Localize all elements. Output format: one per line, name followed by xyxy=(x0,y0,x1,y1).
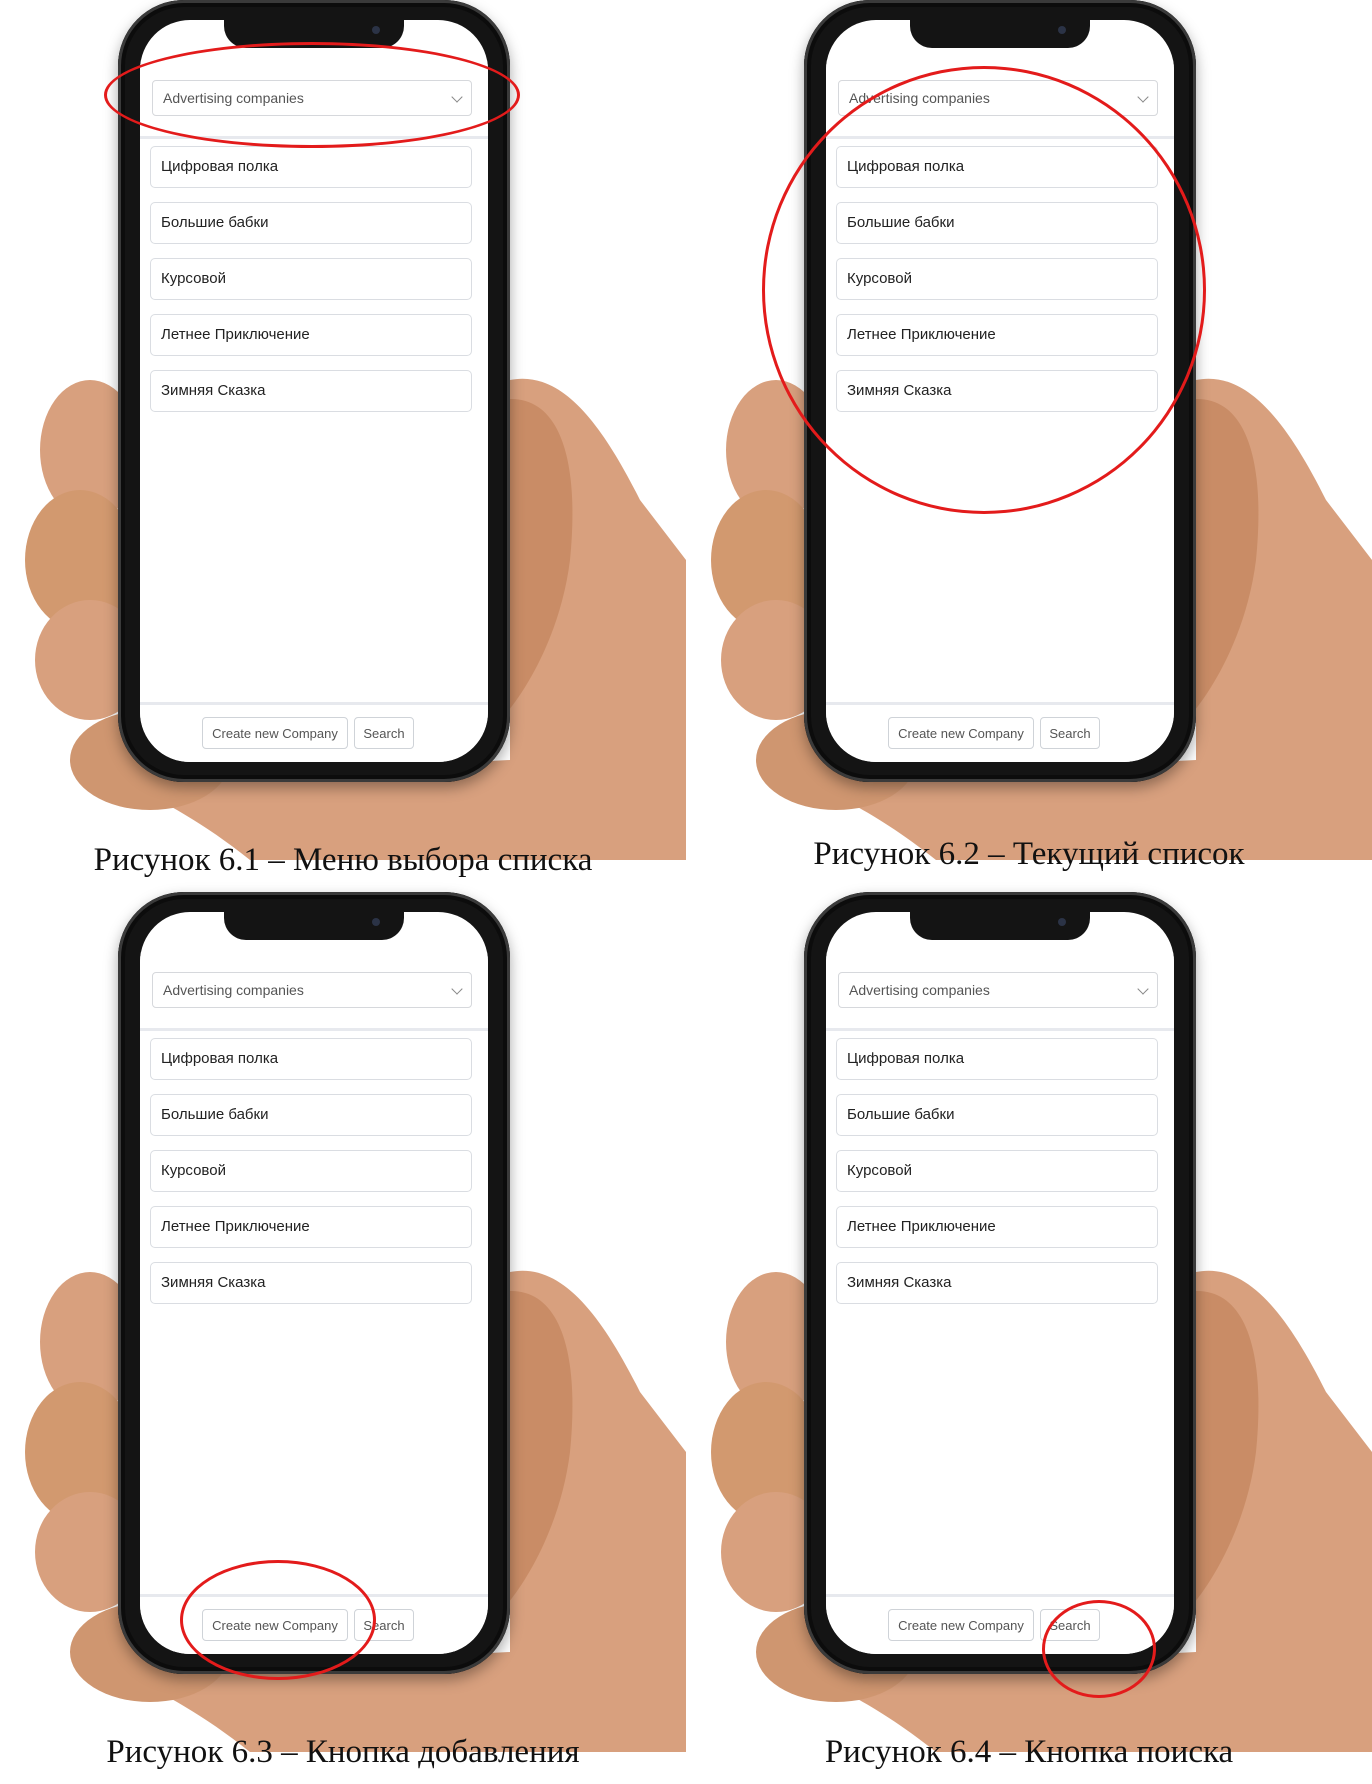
company-list: Цифровая полка Большие бабки Курсовой Ле… xyxy=(836,1038,1158,1318)
chevron-down-icon xyxy=(451,983,463,995)
select-header: Advertising companies xyxy=(826,952,1174,1031)
list-item[interactable]: Летнее Приключение xyxy=(836,1206,1158,1248)
company-list: Цифровая полка Большие бабки Курсовой Ле… xyxy=(150,1038,472,1318)
list-item[interactable]: Курсовой xyxy=(150,1150,472,1192)
select-value: Advertising companies xyxy=(849,982,990,998)
highlight-ring xyxy=(762,66,1206,514)
figure-caption: Рисунок 6.1 – Меню выбора списка xyxy=(93,842,593,878)
list-item[interactable]: Большие бабки xyxy=(150,202,472,244)
notch xyxy=(910,20,1090,48)
list-item[interactable]: Зимняя Сказка xyxy=(150,1262,472,1304)
search-button[interactable]: Search xyxy=(1040,717,1100,749)
search-button[interactable]: Search xyxy=(354,717,414,749)
camera-icon xyxy=(1058,26,1066,34)
company-list: Цифровая полка Большие бабки Курсовой Ле… xyxy=(150,146,472,426)
highlight-ring xyxy=(180,1560,376,1680)
camera-icon xyxy=(372,918,380,926)
highlight-ring xyxy=(104,42,520,148)
company-type-select[interactable]: Advertising companies xyxy=(152,972,472,1008)
phone-screen: Advertising companies Цифровая полка Бол… xyxy=(826,912,1174,1654)
camera-icon xyxy=(372,26,380,34)
list-item[interactable]: Летнее Приключение xyxy=(150,314,472,356)
figure-6-1: Advertising companies Цифровая полка Бол… xyxy=(0,0,686,892)
select-value: Advertising companies xyxy=(163,982,304,998)
create-company-button[interactable]: Create new Company xyxy=(202,717,348,749)
phone-screen: Advertising companies Цифровая полка Бол… xyxy=(140,912,488,1654)
list-item[interactable]: Большие бабки xyxy=(150,1094,472,1136)
create-company-button[interactable]: Create new Company xyxy=(888,1609,1034,1641)
list-item[interactable]: Зимняя Сказка xyxy=(836,1262,1158,1304)
list-item[interactable]: Курсовой xyxy=(836,1150,1158,1192)
list-item[interactable]: Летнее Приключение xyxy=(150,1206,472,1248)
list-item[interactable]: Цифровая полка xyxy=(836,1038,1158,1080)
phone-frame: Advertising companies Цифровая полка Бол… xyxy=(804,892,1196,1674)
notch xyxy=(224,912,404,940)
camera-icon xyxy=(1058,918,1066,926)
phone-frame: Advertising companies Цифровая полка Бол… xyxy=(118,892,510,1674)
figure-caption: Рисунок 6.3 – Кнопка добавления xyxy=(106,1734,580,1770)
bottom-toolbar: Create new Company Search xyxy=(826,702,1174,762)
chevron-down-icon xyxy=(1137,91,1149,103)
select-header: Advertising companies xyxy=(140,952,488,1031)
figure-caption: Рисунок 6.2 – Текущий список xyxy=(813,836,1245,872)
figure-caption: Рисунок 6.4 – Кнопка поиска xyxy=(824,1734,1234,1770)
list-item[interactable]: Цифровая полка xyxy=(150,1038,472,1080)
chevron-down-icon xyxy=(1137,983,1149,995)
figure-6-2: Advertising companies Цифровая полка Бол… xyxy=(686,0,1372,892)
list-item[interactable]: Зимняя Сказка xyxy=(150,370,472,412)
highlight-ring xyxy=(1042,1600,1156,1698)
company-type-select[interactable]: Advertising companies xyxy=(838,972,1158,1008)
list-item[interactable]: Большие бабки xyxy=(836,1094,1158,1136)
notch xyxy=(910,912,1090,940)
create-company-button[interactable]: Create new Company xyxy=(888,717,1034,749)
list-item[interactable]: Цифровая полка xyxy=(150,146,472,188)
list-item[interactable]: Курсовой xyxy=(150,258,472,300)
figure-6-3: Advertising companies Цифровая полка Бол… xyxy=(0,892,686,1784)
figure-6-4: Advertising companies Цифровая полка Бол… xyxy=(686,892,1372,1784)
bottom-toolbar: Create new Company Search xyxy=(140,702,488,762)
